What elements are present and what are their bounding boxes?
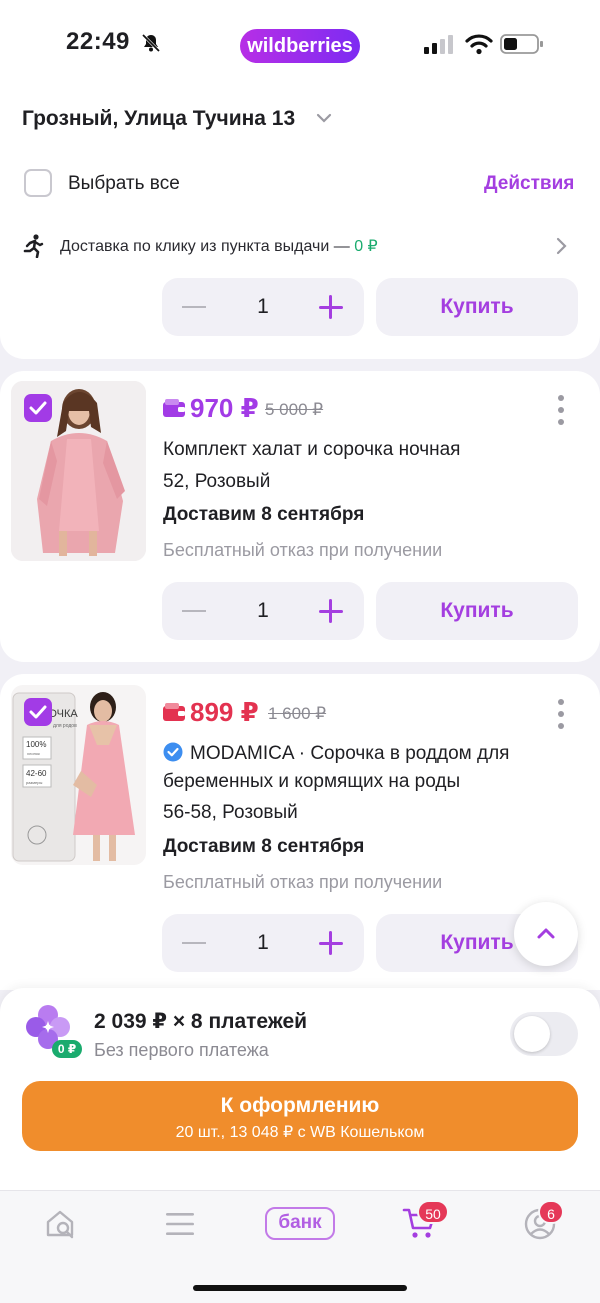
item-variant: 56-58, Розовый	[163, 802, 298, 823]
plus-icon[interactable]	[329, 599, 332, 623]
item-price: 970 ₽	[190, 393, 259, 423]
zero-badge: 0 ₽	[52, 1040, 82, 1058]
package-sizes-label: размеры	[26, 780, 42, 785]
delivery-address[interactable]: Грозный, Улица Тучина 13	[22, 107, 295, 131]
actions-button[interactable]: Действия	[484, 173, 574, 195]
old-price: 1 600 ₽	[268, 704, 327, 723]
buy-button[interactable]: Купить	[376, 582, 578, 640]
checkmark-icon	[29, 705, 47, 719]
title-line-1: · Сорочка в роддом для	[293, 743, 510, 764]
battery-icon	[500, 34, 543, 54]
wifi-icon	[465, 34, 493, 55]
bell-muted-icon	[141, 33, 161, 53]
item-price: 899 ₽	[190, 697, 259, 727]
item-checkbox[interactable]	[24, 698, 52, 726]
delivery-text: Доставка по клику из пункта выдачи —	[60, 238, 355, 255]
checkout-button[interactable]: К оформлению 20 шт., 13 048 ₽ с WB Кошел…	[22, 1081, 578, 1151]
more-options-icon[interactable]	[558, 699, 564, 735]
home-indicator	[193, 1285, 407, 1291]
item-checkbox[interactable]	[24, 394, 52, 422]
package-percent: 100%	[26, 740, 46, 749]
brand-name[interactable]: MODAMICA	[190, 743, 293, 764]
scroll-to-top-button[interactable]	[514, 902, 578, 966]
plus-icon[interactable]	[329, 295, 332, 319]
running-person-icon	[23, 234, 44, 258]
package-material: хлопок	[27, 751, 40, 756]
return-policy: Бесплатный отказ при получении	[163, 540, 443, 560]
profile-notification-badge: 6	[538, 1200, 564, 1224]
verified-badge-icon	[163, 742, 183, 762]
more-options-icon[interactable]	[558, 395, 564, 431]
chevron-up-icon	[537, 928, 555, 939]
quantity-stepper[interactable]: 1	[162, 278, 364, 336]
menu-icon[interactable]	[164, 1210, 196, 1238]
buy-button[interactable]: Купить	[376, 278, 578, 336]
select-all-checkbox[interactable]	[24, 169, 52, 197]
quantity-stepper[interactable]: 1	[162, 582, 364, 640]
item-title-line-2[interactable]: беременных и кормящих на роды	[163, 767, 460, 796]
cart-count-badge: 50	[417, 1200, 449, 1224]
clock: 22:49	[66, 28, 130, 55]
quantity-stepper[interactable]: 1	[162, 914, 364, 972]
item-variant: 52, Розовый	[163, 471, 271, 492]
home-search-icon[interactable]	[44, 1207, 78, 1241]
installment-title: 2 039 ₽ × 8 платежей	[94, 1010, 308, 1033]
item-title[interactable]: MODAMICA · Сорочка в роддом для	[190, 739, 509, 768]
checkout-summary: 20 шт., 13 048 ₽ с WB Кошельком	[175, 1124, 425, 1141]
delivery-date: Доставим 8 сентября	[163, 504, 365, 525]
item-title[interactable]: Комплект халат и сорочка ночная	[163, 435, 460, 464]
wallet-icon	[163, 703, 185, 721]
bank-tab[interactable]: банк	[265, 1207, 335, 1240]
brand-logo[interactable]: wildberries	[240, 29, 360, 63]
wallet-icon	[163, 399, 185, 417]
checkmark-icon	[29, 401, 47, 415]
toggle-knob[interactable]	[514, 1016, 550, 1052]
old-price: 5 000 ₽	[265, 400, 324, 419]
delivery-price: 0 ₽	[354, 238, 378, 255]
plus-icon[interactable]	[329, 931, 332, 955]
package-subtitle: для родов	[53, 723, 77, 729]
checkout-label: К оформлению	[220, 1094, 380, 1117]
select-all-label[interactable]: Выбрать все	[68, 173, 180, 195]
chevron-right-icon[interactable]	[555, 237, 567, 255]
cellular-signal-icon	[424, 35, 453, 54]
return-policy: Бесплатный отказ при получении	[163, 872, 443, 892]
installment-subtitle: Без первого платежа	[94, 1040, 269, 1060]
delivery-info[interactable]: Доставка по клику из пункта выдачи — 0 ₽	[60, 236, 378, 256]
package-sizes: 42-60	[26, 769, 47, 778]
chevron-down-icon[interactable]	[316, 112, 332, 124]
delivery-date: Доставим 8 сентября	[163, 836, 365, 857]
